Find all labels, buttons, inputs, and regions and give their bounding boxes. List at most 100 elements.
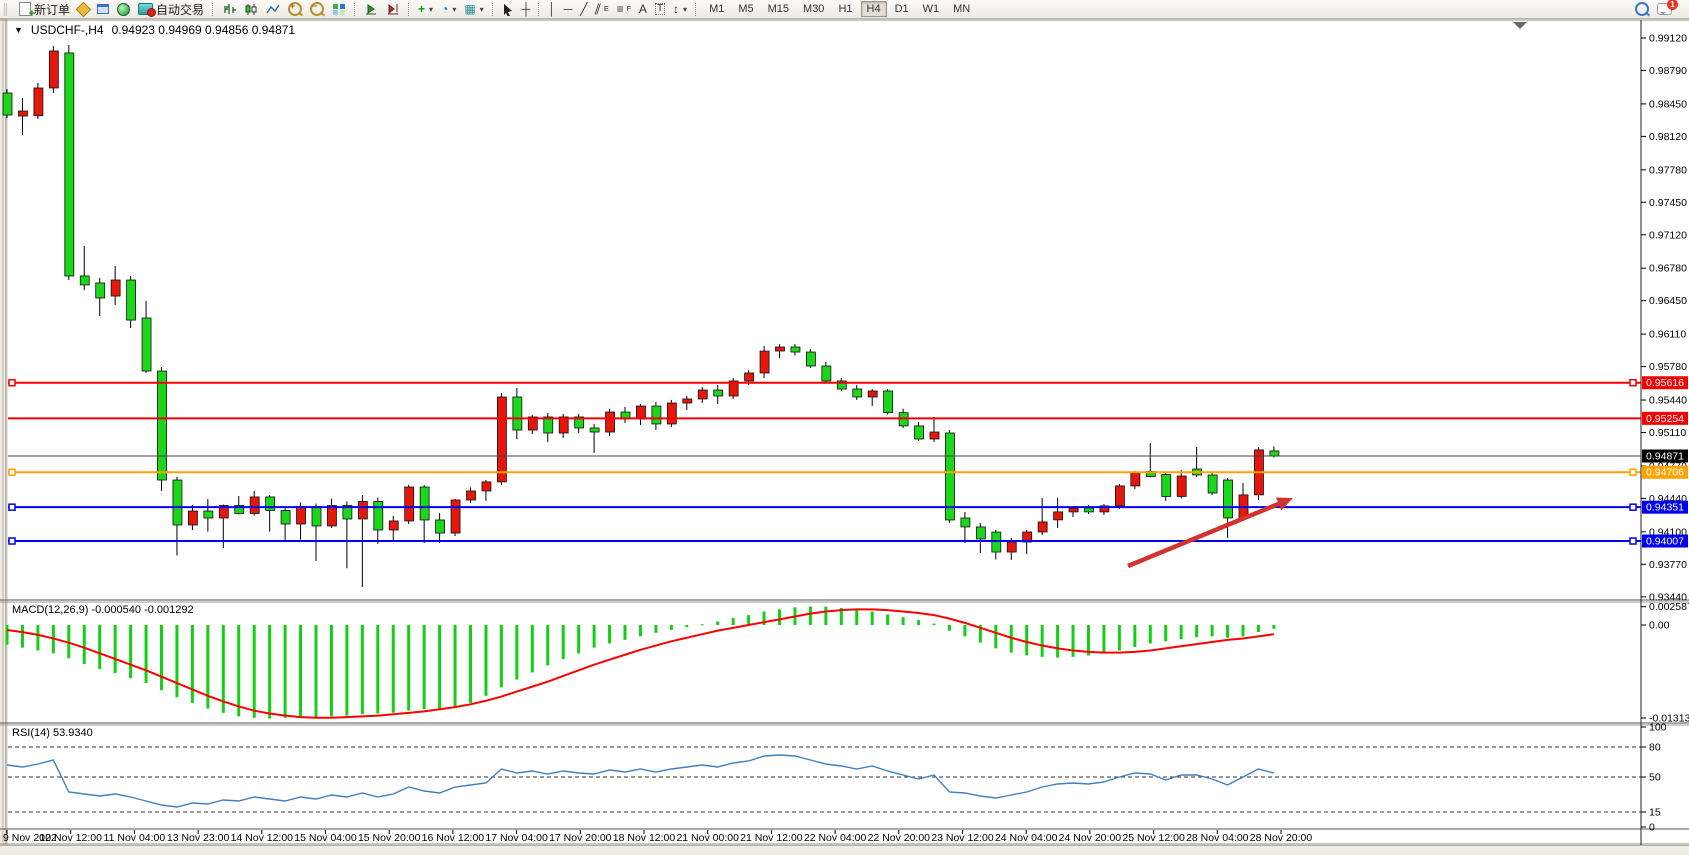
- templates-button[interactable]: ▦▾: [461, 1, 486, 18]
- price-tick-label: 0.98790: [1649, 65, 1687, 77]
- line-chart-button[interactable]: [263, 1, 283, 18]
- macd-bar: [1226, 625, 1229, 638]
- price-tick-label: 0.97450: [1649, 197, 1687, 209]
- macd-bar: [701, 624, 704, 625]
- timeframe-H4[interactable]: H4: [861, 1, 887, 17]
- autotrading-button[interactable]: 自动交易: [135, 1, 207, 18]
- macd-bar: [500, 625, 503, 687]
- new-order-button[interactable]: + 新订单: [16, 1, 73, 18]
- candle: [667, 403, 676, 424]
- candle: [698, 390, 707, 399]
- candle: [1007, 542, 1016, 552]
- toolbar-separator: [408, 3, 410, 16]
- rsi-indicator-label: RSI(14) 53.9340: [12, 727, 93, 739]
- macd-bar: [469, 625, 472, 703]
- timeframe-M15[interactable]: M15: [762, 1, 795, 17]
- time-axis[interactable]: 9 Nov 202210 Nov 12:0011 Nov 04:0013 Nov…: [3, 830, 1312, 844]
- macd-bar: [546, 625, 549, 665]
- bar-chart-button[interactable]: [219, 1, 239, 18]
- line-handle[interactable]: [1630, 504, 1636, 510]
- candlestick-chart-button[interactable]: [241, 1, 261, 18]
- text-tool-button[interactable]: A: [636, 1, 650, 18]
- market-watch-button[interactable]: [94, 1, 112, 18]
- timeframe-W1[interactable]: W1: [917, 1, 946, 17]
- line-handle[interactable]: [9, 469, 15, 475]
- channel-tool-button[interactable]: ∥E: [592, 1, 611, 18]
- zoom-in-button[interactable]: +: [285, 1, 305, 18]
- notifications-button[interactable]: 1: [1654, 1, 1675, 18]
- horizontal-line-tool-button[interactable]: ─: [561, 1, 576, 18]
- indicators-button[interactable]: +▾: [415, 1, 436, 18]
- line-handle[interactable]: [9, 504, 15, 510]
- timeframe-M30[interactable]: M30: [797, 1, 830, 17]
- line-handle[interactable]: [1630, 469, 1636, 475]
- search-button[interactable]: [1632, 1, 1652, 18]
- candle: [791, 347, 800, 352]
- auto-scroll-button[interactable]: [361, 1, 381, 18]
- line-handle[interactable]: [9, 538, 15, 544]
- window-menu-triangle-icon[interactable]: ▼: [14, 25, 23, 35]
- line-handle[interactable]: [1630, 380, 1636, 386]
- globe-icon: [117, 3, 130, 16]
- text-label-tool-button[interactable]: T: [652, 1, 668, 18]
- macd-bar: [1242, 625, 1245, 636]
- macd-bar: [515, 625, 518, 680]
- macd-axis-label: 0.00: [1649, 620, 1670, 632]
- macd-bar: [191, 625, 194, 703]
- timeframe-MN[interactable]: MN: [947, 1, 976, 17]
- macd-bar: [994, 625, 997, 648]
- crosshair-tool-button[interactable]: ┼: [519, 1, 534, 18]
- time-tick-label: 15 Nov 20:00: [358, 832, 421, 844]
- mql-button[interactable]: [75, 1, 92, 18]
- clock-icon: ◔: [441, 3, 448, 15]
- macd-bar: [1149, 625, 1152, 643]
- timeframe-D1[interactable]: D1: [889, 1, 915, 17]
- line-handle[interactable]: [1630, 538, 1636, 544]
- toolbar-grip[interactable]: [4, 3, 12, 16]
- line-chart-icon: [266, 3, 280, 16]
- vertical-line-tool-button[interactable]: │: [545, 1, 559, 18]
- candle: [760, 351, 769, 373]
- macd-bar: [1195, 625, 1198, 637]
- macd-bar: [1118, 625, 1121, 650]
- cursor-icon: [502, 3, 514, 16]
- price-tick-label: 0.98450: [1649, 98, 1687, 110]
- timeframe-M1[interactable]: M1: [703, 1, 730, 17]
- zoom-out-button[interactable]: −: [307, 1, 327, 18]
- macd-bar: [222, 625, 225, 713]
- chart-window: ▼ USDCHF-,H4 0.94923 0.94969 0.94856 0.9…: [0, 19, 1689, 855]
- timeframe-M5[interactable]: M5: [732, 1, 759, 17]
- fibonacci-tool-button[interactable]: ≡F: [614, 1, 634, 18]
- candle: [327, 506, 336, 526]
- periods-button[interactable]: ◔▾: [438, 1, 459, 18]
- price-label-text: 0.94706: [1646, 467, 1684, 479]
- line-handle[interactable]: [9, 380, 15, 386]
- candle: [776, 347, 785, 351]
- new-order-label: 新订单: [34, 1, 70, 18]
- macd-bar: [361, 625, 364, 714]
- toolbar-separator: [354, 3, 356, 16]
- time-tick-label: 16 Nov 12:00: [422, 832, 485, 844]
- candle: [65, 53, 74, 276]
- macd-bar: [824, 607, 827, 625]
- tile-windows-button[interactable]: [329, 1, 349, 18]
- candle: [559, 417, 568, 433]
- macd-bar: [253, 625, 256, 718]
- cursor-tool-button[interactable]: [499, 1, 517, 18]
- arrows-tool-button[interactable]: ↕▾: [670, 1, 690, 18]
- candle: [266, 497, 275, 510]
- price-tick-label: 0.96450: [1649, 295, 1687, 307]
- macd-bar: [1180, 625, 1183, 639]
- macd-bar: [577, 625, 580, 653]
- candle: [930, 432, 939, 439]
- trendline-tool-button[interactable]: ╱: [577, 1, 590, 18]
- time-tick-label: 23 Nov 12:00: [931, 832, 994, 844]
- mt4-terminal: + 新订单 自动交易 + − +▾: [0, 0, 1689, 855]
- timeframe-H1[interactable]: H1: [832, 1, 858, 17]
- chart-plot: 0.991200.987900.984500.981200.977800.974…: [0, 19, 1689, 855]
- price-tick-label: 0.96110: [1649, 329, 1686, 341]
- chevron-down-icon: ▾: [429, 5, 433, 14]
- chart-shift-button[interactable]: [383, 1, 403, 18]
- news-feed-button[interactable]: [114, 1, 133, 18]
- candle: [976, 527, 985, 539]
